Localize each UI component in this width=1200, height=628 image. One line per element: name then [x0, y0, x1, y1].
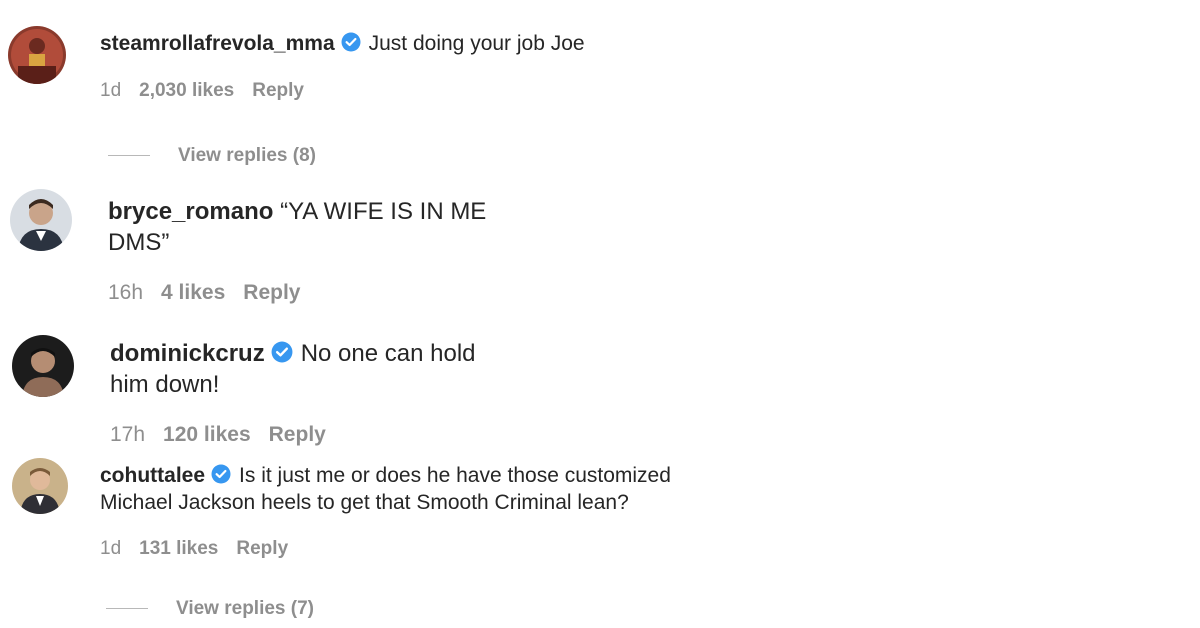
- avatar[interactable]: [12, 335, 74, 397]
- like-count[interactable]: 120 likes: [163, 423, 251, 446]
- comment-time: 1d: [100, 538, 122, 559]
- username[interactable]: steamrollafrevola_mma: [100, 32, 335, 55]
- comment-time: 1d: [100, 80, 122, 101]
- divider-line: [106, 608, 148, 610]
- view-replies-button[interactable]: View replies (7): [106, 598, 314, 620]
- verified-badge-icon: [341, 32, 361, 52]
- username[interactable]: dominickcruz: [110, 340, 265, 367]
- like-count[interactable]: 4 likes: [161, 281, 225, 304]
- comment-time: 16h: [108, 281, 144, 304]
- reply-button[interactable]: Reply: [252, 80, 304, 101]
- comment-time: 17h: [110, 423, 146, 446]
- like-count[interactable]: 2,030 likes: [139, 80, 234, 101]
- comment-text-line: Michael Jackson heels to get that Smooth…: [100, 491, 629, 515]
- comment-meta: 1d 131 likes Reply: [100, 538, 306, 560]
- reply-button[interactable]: Reply: [243, 281, 300, 304]
- comment-meta: 1d 2,030 likes Reply: [100, 80, 322, 102]
- divider-line: [108, 155, 150, 157]
- verified-badge-icon: [211, 464, 231, 484]
- comment-meta: 17h 120 likes Reply: [110, 423, 344, 447]
- like-count[interactable]: 131 likes: [139, 538, 218, 559]
- view-replies-button[interactable]: View replies (8): [108, 145, 316, 167]
- comment-meta: 16h 4 likes Reply: [108, 281, 318, 305]
- comment-text: Just doing your job Joe: [368, 32, 585, 55]
- comment-text-line: No one can hold: [300, 340, 476, 367]
- comment-text-line: Is it just me or does he have those cust…: [239, 464, 671, 487]
- avatar[interactable]: [12, 458, 68, 514]
- username[interactable]: cohuttalee: [100, 464, 205, 487]
- reply-button[interactable]: Reply: [236, 538, 288, 559]
- view-replies-label: View replies (8): [178, 145, 316, 166]
- comment-text-line: DMS”: [108, 229, 170, 257]
- comment-text-line: him down!: [110, 371, 220, 399]
- reply-button[interactable]: Reply: [269, 423, 326, 446]
- comment-text-line: “YA WIFE IS IN ME: [280, 198, 487, 225]
- avatar[interactable]: [8, 26, 66, 84]
- view-replies-label: View replies (7): [176, 598, 314, 619]
- verified-badge-icon: [271, 341, 293, 363]
- username[interactable]: bryce_romano: [108, 198, 273, 225]
- avatar[interactable]: [10, 189, 72, 251]
